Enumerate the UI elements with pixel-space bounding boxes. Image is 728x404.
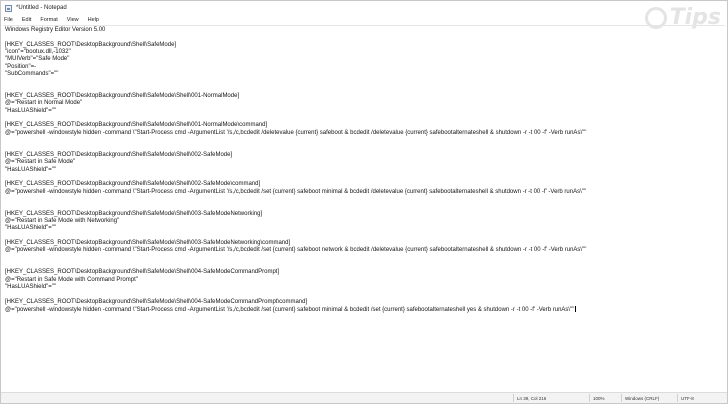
status-divider <box>513 394 514 402</box>
text-line: "MUIVerb"="Safe Mode" <box>5 56 70 63</box>
text-line: "HasLUAShield"="" <box>5 284 57 291</box>
editor-content[interactable]: Windows Registry Editor Version 5.00 [HKE… <box>5 27 586 313</box>
text-line: Windows Registry Editor Version 5.00 <box>5 27 106 33</box>
text-line: [HKEY_CLASSES_ROOT\DesktopBackground\She… <box>5 210 263 217</box>
text-line: [HKEY_CLASSES_ROOT\DesktopBackground\She… <box>5 181 261 188</box>
encoding: UTF-8 <box>681 395 694 401</box>
text-line <box>5 86 586 93</box>
text-line <box>5 262 586 269</box>
text-line: @="Restart in Safe Mode with Networking" <box>5 217 120 224</box>
text-line: [HKEY_CLASSES_ROOT\DesktopBackground\She… <box>5 41 177 48</box>
menu-view[interactable]: View <box>67 17 79 23</box>
menu-edit[interactable]: Edit <box>22 17 31 23</box>
text-line: @="powershell -windowstyle hidden -comma… <box>5 188 587 195</box>
text-line: "HasLUAShield"="" <box>5 166 57 173</box>
text-line: @="powershell -windowstyle hidden -comma… <box>5 129 587 136</box>
menu-format[interactable]: Format <box>40 17 57 23</box>
menu-bar: File Edit Format View Help <box>1 15 727 25</box>
text-line: @="powershell -windowstyle hidden -comma… <box>5 306 577 314</box>
text-line <box>5 145 586 152</box>
title-bar[interactable]: *Untitled - Notepad <box>1 1 727 15</box>
text-line: [HKEY_CLASSES_ROOT\DesktopBackground\She… <box>5 122 268 129</box>
status-divider <box>621 394 622 402</box>
text-line: "SubCommands"="" <box>5 71 59 78</box>
text-line: [HKEY_CLASSES_ROOT\DesktopBackground\She… <box>5 298 308 305</box>
notepad-window: *Untitled - Notepad File Edit Format Vie… <box>0 0 728 404</box>
text-line <box>5 137 586 144</box>
notepad-icon <box>5 4 12 12</box>
text-caret <box>575 306 577 313</box>
text-line: "HasLUAShield"="" <box>5 225 57 232</box>
status-divider <box>589 394 590 402</box>
text-line: "icon"="bootux.dll,-1032" <box>5 49 71 56</box>
text-line: [HKEY_CLASSES_ROOT\DesktopBackground\She… <box>5 269 280 276</box>
text-line <box>5 203 586 210</box>
text-line: [HKEY_CLASSES_ROOT\DesktopBackground\She… <box>5 151 233 158</box>
text-line <box>5 34 586 41</box>
text-line <box>5 196 586 203</box>
status-divider <box>677 394 678 402</box>
text-line <box>5 174 586 181</box>
menu-file[interactable]: File <box>4 17 13 23</box>
text-line: @="Restart in Safe Mode" <box>5 159 76 166</box>
text-line <box>5 233 586 240</box>
text-line <box>5 78 586 85</box>
cursor-position: Ln 39, Col 216 <box>517 395 547 401</box>
window-title: *Untitled - Notepad <box>16 5 67 11</box>
line-ending: Windows (CRLF) <box>625 395 660 401</box>
text-line <box>5 255 586 262</box>
text-line <box>5 291 586 298</box>
text-editor[interactable]: Windows Registry Editor Version 5.00 [HKE… <box>3 25 725 393</box>
text-line: "HasLUAShield"="" <box>5 107 57 114</box>
text-line: [HKEY_CLASSES_ROOT\DesktopBackground\She… <box>5 239 291 246</box>
status-bar: Ln 39, Col 216 100% Windows (CRLF) UTF-8 <box>1 392 727 403</box>
text-line: @="powershell -windowstyle hidden -comma… <box>5 247 587 254</box>
text-line: [HKEY_CLASSES_ROOT\DesktopBackground\She… <box>5 93 240 100</box>
zoom-level: 100% <box>593 395 605 401</box>
text-line: @="Restart in Safe Mode with Command Pro… <box>5 276 138 283</box>
text-line: @="Restart in Normal Mode" <box>5 100 83 107</box>
text-line <box>5 115 586 122</box>
text-line: "Position"=- <box>5 63 37 70</box>
menu-help[interactable]: Help <box>88 17 99 23</box>
